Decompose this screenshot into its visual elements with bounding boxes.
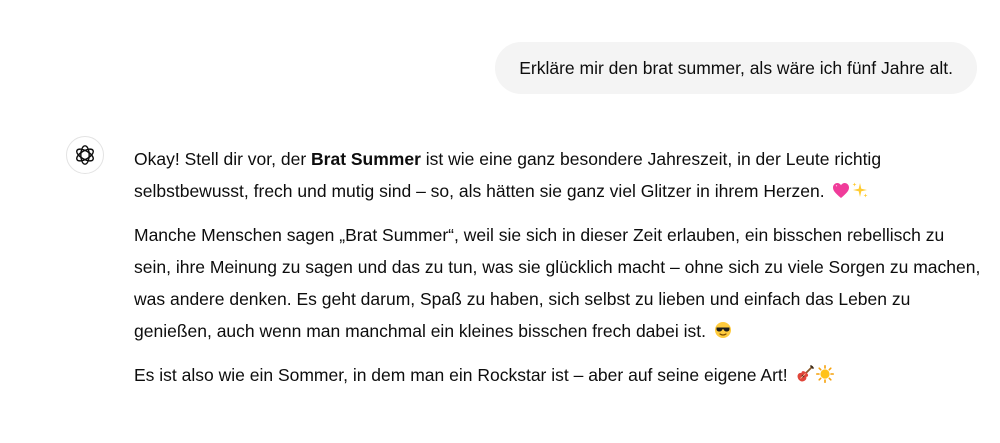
sun-emoji-icon bbox=[815, 365, 834, 383]
assistant-message: Okay! Stell dir vor, der Brat Summer ist… bbox=[134, 143, 986, 403]
p1-text-start: Okay! Stell dir vor, der bbox=[134, 149, 312, 169]
assistant-paragraph-2: Manche Menschen sagen „Brat Summer“, wei… bbox=[134, 219, 986, 347]
sparkles-emoji-icon bbox=[852, 182, 868, 198]
user-message-bubble: Erkläre mir den brat summer, als wäre ic… bbox=[495, 42, 977, 94]
assistant-avatar bbox=[66, 136, 104, 174]
assistant-paragraph-3: Es ist also wie ein Sommer, in dem man e… bbox=[134, 359, 986, 391]
assistant-paragraph-1: Okay! Stell dir vor, der Brat Summer ist… bbox=[134, 143, 986, 207]
user-message-text: Erkläre mir den brat summer, als wäre ic… bbox=[519, 58, 953, 78]
p2-text: Manche Menschen sagen „Brat Summer“, wei… bbox=[134, 225, 981, 341]
sunglasses-emoji-icon bbox=[714, 322, 731, 338]
guitar-emoji-icon bbox=[797, 365, 814, 382]
p3-text: Es ist also wie ein Sommer, in dem man e… bbox=[134, 365, 788, 385]
heart-emoji-icon bbox=[833, 183, 850, 198]
openai-logo-icon bbox=[76, 145, 94, 165]
user-message-row: Erkläre mir den brat summer, als wäre ic… bbox=[495, 42, 977, 94]
p1-bold-term: Brat Summer bbox=[311, 149, 421, 169]
